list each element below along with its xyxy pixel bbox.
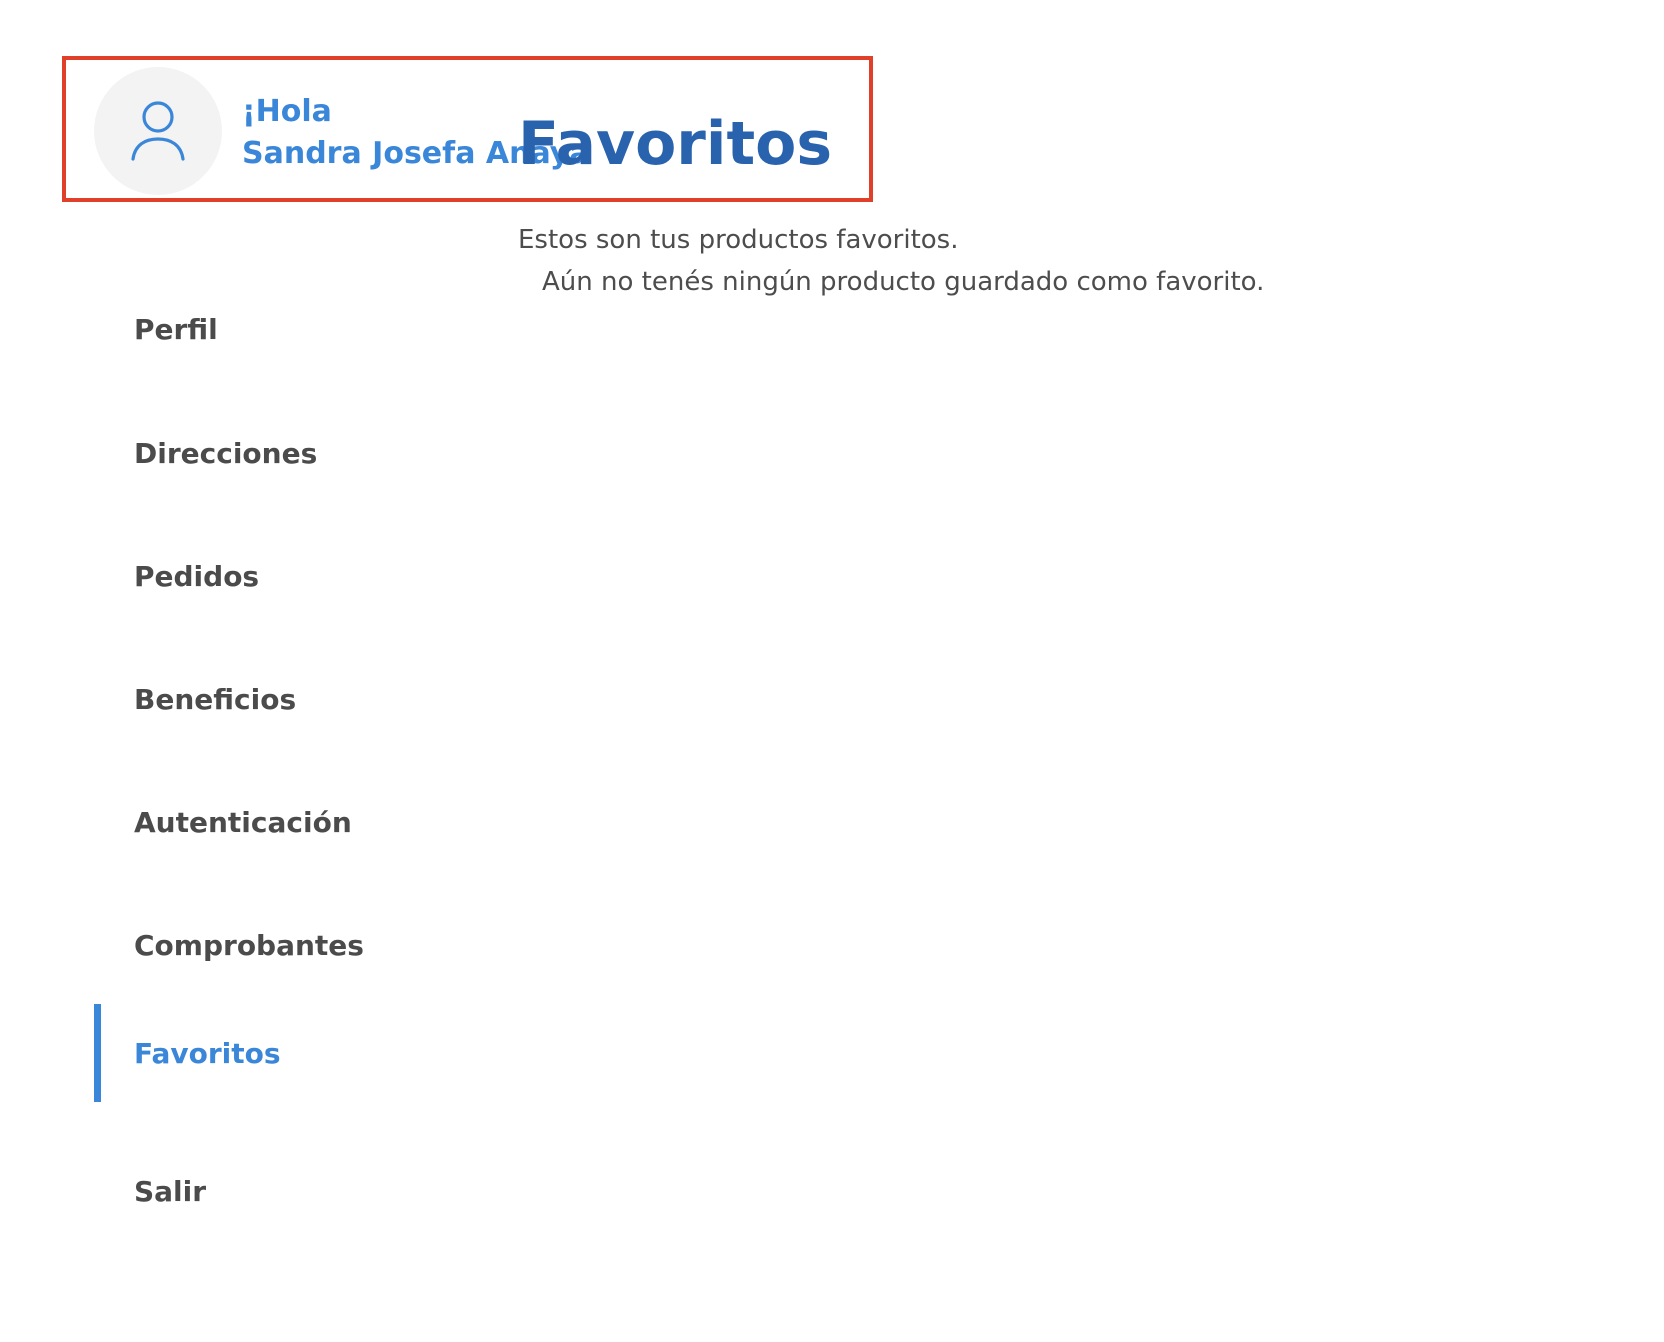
sidebar-item-favoritos[interactable]: Favoritos: [94, 1004, 494, 1102]
sidebar-item-salir[interactable]: Salir: [94, 1142, 494, 1240]
empty-state-message: Aún no tenés ningún producto guardado co…: [542, 267, 1265, 297]
sidebar-item-label: Comprobantes: [134, 928, 364, 962]
sidebar-item-perfil[interactable]: Perfil: [94, 280, 494, 378]
sidebar-item-label: Pedidos: [134, 559, 260, 593]
sidebar-item-comprobantes[interactable]: Comprobantes: [94, 896, 494, 994]
avatar: [94, 67, 222, 195]
page-subtitle: Estos son tus productos favoritos.: [518, 225, 959, 255]
sidebar-item-label: Perfil: [134, 312, 218, 346]
sidebar-item-label: Favoritos: [134, 1036, 281, 1070]
user-icon: [130, 100, 186, 162]
sidebar-item-direcciones[interactable]: Direcciones: [94, 404, 494, 502]
sidebar-item-label: Salir: [134, 1174, 207, 1208]
sidebar-item-beneficios[interactable]: Beneficios: [94, 650, 494, 748]
sidebar-item-label: Beneficios: [134, 682, 297, 716]
sidebar-item-label: Autenticación: [134, 805, 352, 839]
greeting-text: ¡Hola: [242, 94, 332, 129]
page-title: Favoritos: [518, 109, 833, 179]
sidebar-item-pedidos[interactable]: Pedidos: [94, 527, 494, 625]
sidebar-item-label: Direcciones: [134, 436, 318, 470]
sidebar-item-autenticacion[interactable]: Autenticación: [94, 773, 494, 871]
